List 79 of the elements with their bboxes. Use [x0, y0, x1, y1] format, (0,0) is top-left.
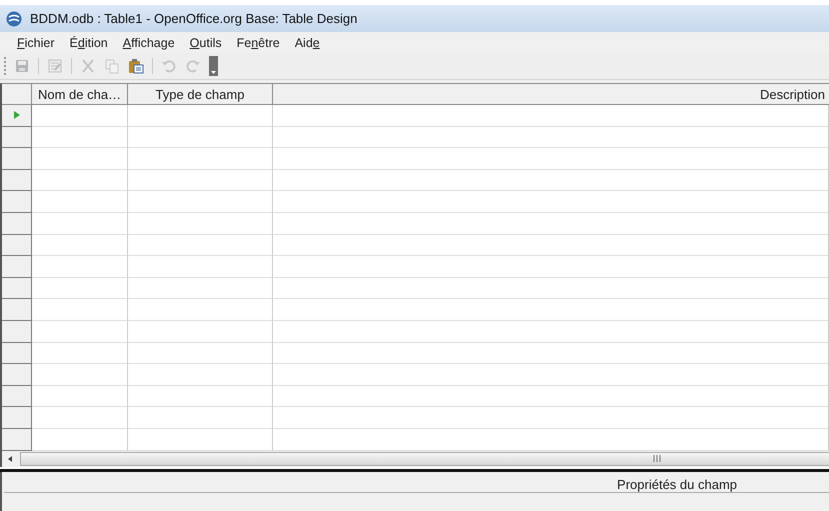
- table-cell[interactable]: [128, 191, 273, 213]
- table-cell[interactable]: [32, 407, 128, 429]
- row-header[interactable]: [2, 212, 32, 235]
- table-cell[interactable]: [128, 256, 273, 278]
- panel-title: Propriétés du champ: [617, 476, 737, 492]
- row-header[interactable]: [2, 234, 32, 256]
- row-header[interactable]: [2, 126, 32, 148]
- table-cell[interactable]: [128, 212, 273, 235]
- table-cell[interactable]: [273, 299, 829, 321]
- table-cell[interactable]: [273, 191, 829, 213]
- table-cell[interactable]: [32, 342, 128, 364]
- corner-header[interactable]: [2, 84, 32, 105]
- table-cell[interactable]: [128, 320, 273, 343]
- table-cell[interactable]: [273, 386, 829, 408]
- row-header[interactable]: [2, 278, 32, 300]
- table-cell[interactable]: [128, 299, 273, 321]
- row-header[interactable]: [2, 299, 32, 321]
- row-header[interactable]: [2, 320, 32, 343]
- table-cell[interactable]: [128, 364, 273, 386]
- row-header[interactable]: [2, 105, 32, 127]
- table-cell[interactable]: [273, 342, 829, 364]
- table-cell[interactable]: [32, 126, 128, 148]
- row-header[interactable]: [2, 342, 32, 364]
- table-cell[interactable]: [32, 212, 128, 235]
- menu-item[interactable]: Outils: [182, 36, 230, 50]
- scrollbar-thumb[interactable]: [20, 452, 829, 466]
- table-cell[interactable]: [128, 234, 273, 256]
- table-cell[interactable]: [128, 407, 273, 429]
- table-cell[interactable]: [273, 278, 829, 300]
- table-cell[interactable]: [273, 407, 829, 429]
- table-cell[interactable]: [128, 148, 273, 170]
- table-cell[interactable]: [32, 148, 128, 170]
- table-cell[interactable]: [273, 212, 829, 235]
- table-cell[interactable]: [273, 105, 829, 127]
- scroll-left-icon[interactable]: [6, 454, 14, 462]
- row-header[interactable]: [2, 407, 32, 429]
- current-row-icon: [13, 111, 20, 120]
- table-cell[interactable]: [32, 105, 128, 127]
- table-cell[interactable]: [273, 170, 829, 192]
- menu-item[interactable]: Affichage: [116, 36, 183, 50]
- row-header[interactable]: [2, 364, 32, 386]
- table-cell[interactable]: [128, 105, 273, 127]
- table-cell[interactable]: [32, 234, 128, 256]
- table-cell[interactable]: [32, 364, 128, 386]
- row-header[interactable]: [2, 386, 32, 408]
- row-header[interactable]: [2, 191, 32, 213]
- row-header[interactable]: [2, 256, 32, 278]
- menu-item[interactable]: Fenêtre: [230, 36, 288, 50]
- menu-item[interactable]: Aide: [288, 36, 328, 50]
- window-title: BDDM.odb : Table1 - OpenOffice.org Base: Table Design: [30, 11, 358, 26]
- table-cell[interactable]: [32, 386, 128, 408]
- overflow-icon[interactable]: [209, 56, 218, 76]
- table-cell[interactable]: [273, 256, 829, 278]
- menu-item[interactable]: Fichier: [10, 36, 63, 50]
- table-cell[interactable]: [32, 320, 128, 343]
- table-cell[interactable]: [32, 278, 128, 300]
- table-cell[interactable]: [32, 299, 128, 321]
- table-cell[interactable]: [273, 320, 829, 343]
- table-cell[interactable]: [128, 278, 273, 300]
- table-cell[interactable]: [128, 386, 273, 408]
- app-logo-icon: [6, 10, 22, 26]
- column-header[interactable]: Description: [273, 84, 829, 105]
- table-cell[interactable]: [128, 342, 273, 364]
- table-cell[interactable]: [128, 126, 273, 148]
- menu-item[interactable]: Édition: [62, 36, 116, 50]
- column-header[interactable]: Type de champ: [128, 84, 273, 105]
- row-header[interactable]: [2, 170, 32, 192]
- row-header[interactable]: [2, 148, 32, 170]
- table-cell[interactable]: [273, 234, 829, 256]
- table-cell[interactable]: [32, 170, 128, 192]
- table-cell[interactable]: [273, 364, 829, 386]
- column-header[interactable]: Nom de cha…: [32, 84, 128, 105]
- table-cell[interactable]: [128, 170, 273, 192]
- table-cell[interactable]: [273, 148, 829, 170]
- paste-icon[interactable]: [129, 59, 144, 74]
- table-cell[interactable]: [32, 256, 128, 278]
- table-cell[interactable]: [32, 191, 128, 213]
- table-cell[interactable]: [273, 126, 829, 148]
- row-header[interactable]: [2, 428, 32, 450]
